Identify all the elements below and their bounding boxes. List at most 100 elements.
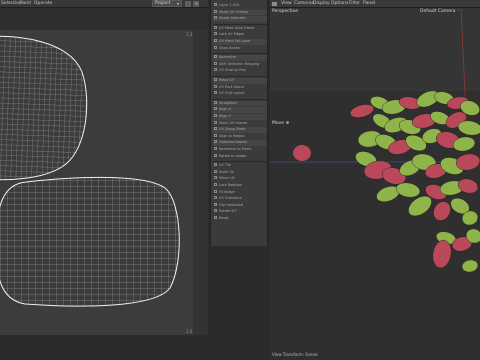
checkbox-icon [214,196,217,200]
tool-separator [213,161,267,163]
checkbox-icon [214,216,217,219]
checkbox-icon [214,3,217,6]
checkbox-icon [214,32,217,36]
tool-separator [213,23,267,25]
checkbox-icon [214,39,217,42]
checkbox-icon [214,100,217,104]
tool-item[interactable]: Stack UV Islands [213,120,267,127]
tool-separator [213,98,267,100]
project-dropdown-label: Project [155,1,171,6]
tool-panel: Layer 1 UVs Show UV Overlay Shade Selected… [210,0,268,246]
tool-panel-empty [210,246,268,360]
uv-island-top [0,35,88,181]
uv-side-strip [193,30,208,335]
checkbox-icon [214,25,217,29]
status-text: View Transform: Scene [272,352,318,357]
tool-item[interactable]: Align V [213,114,267,120]
menu-paint[interactable]: Paint [20,0,31,8]
pistachio-single[interactable] [293,145,311,161]
tool-item[interactable]: UV Pack Island [213,84,267,91]
uv-island-bottom [0,176,180,307]
app-window: Selection Paint Operate Project ▾ ▢ ⊞ 1,… [0,0,480,360]
tool-item-label: Normalize [219,55,237,60]
uv-grid-button[interactable]: ⊞ [193,1,199,7]
checkbox-icon [214,176,217,180]
tool-item[interactable]: Normalize [213,55,267,61]
tool-item[interactable]: Mirror UV [213,176,267,182]
checkbox-icon [214,61,217,65]
checkbox-icon [214,163,217,167]
tool-item[interactable]: Rotate to Image [213,153,267,160]
tool-item[interactable]: Reset [213,216,267,222]
tool-item[interactable]: Show Border [213,45,267,52]
move-icon: ⊕ [285,121,290,126]
tool-item[interactable]: Layer 1 UVs [213,3,267,9]
tool-item[interactable]: UV Mesh Sel Layer [213,39,267,45]
uv-axis-tick-top: 1,1 [186,32,193,37]
menu-filter[interactable]: Filter [349,0,360,8]
tool-item-label: UV Mesh Sel Layer [219,39,251,43]
tool-item[interactable]: Relax UV [213,78,267,84]
camera-label-text: Default Camera [420,9,456,14]
tool-item[interactable]: Shift Selection Mapping [213,61,267,68]
tool-item-label: Flip Horizontal [219,202,244,207]
tool-item[interactable]: Align to Region [213,133,267,140]
tool-item[interactable]: UV Tile [213,163,267,169]
tool-item[interactable]: Shade Selected [213,16,267,22]
tool-item[interactable]: Straighten [213,100,267,107]
tool-item[interactable]: Scale UV [213,169,267,176]
tool-separator [213,76,267,77]
viewport-mode-label: Perspective [272,9,299,14]
tool-item[interactable]: UV Transform [213,196,267,202]
uv-frame-button[interactable]: ▢ [185,1,191,7]
menu-cameras[interactable]: Cameras [294,0,314,8]
tool-item-label: Align to Region [219,133,245,138]
tool-item-label: Lock UV Edges [219,32,244,37]
tool-item-label: Rotate to Image [219,153,247,158]
tool-item[interactable]: UV Group Mode [213,127,267,133]
checkbox-icon [214,68,217,72]
viewport-panel-icon[interactable] [272,2,277,6]
tool-item[interactable]: Flip Horizontal [213,202,267,209]
menu-display[interactable]: Display [313,0,330,8]
tool-item-label: UV Group Mode [219,127,246,132]
menu-operate[interactable]: Operate [34,0,52,8]
checkbox-icon [214,55,217,59]
project-dropdown[interactable]: Project ▾ [152,0,182,7]
menu-selection[interactable]: Selection [1,0,22,8]
tool-item[interactable]: Rotate 90° [213,209,267,215]
tool-item[interactable]: Align U [213,107,267,113]
checkbox-icon [214,107,217,111]
tool-item[interactable]: UV Grid Layout [213,91,267,97]
camera-icon: ◦ [456,9,460,14]
tool-item-label: Align U [219,107,232,112]
tool-item-label: Shade Selected [219,16,246,21]
tool-item-label: UV Transform [219,196,242,201]
checkbox-icon [214,9,217,13]
tool-item[interactable]: Lock Rotation [213,183,267,189]
checkbox-icon [214,189,217,193]
tool-item[interactable]: UV Mesh Auto Frame [213,25,267,32]
menu-options[interactable]: Options [331,0,348,8]
tool-item-label: Rotate 90° [219,209,238,214]
uv-toolbar [0,8,208,30]
tool-item[interactable]: Lock UV Edges [213,32,267,38]
tool-item-label: Show Border [219,45,241,50]
checkbox-icon [214,78,217,81]
menu-view[interactable]: View [281,0,292,8]
move-tool-label[interactable]: Move ⊕ [272,121,289,126]
uv-view[interactable]: 1,1 1,0 [0,30,193,335]
camera-label[interactable]: Default Camera ◦ [420,9,460,14]
tool-item[interactable]: Show UV Overlay [213,9,267,16]
tool-item-label: Optimize Islands [219,140,248,145]
tool-item[interactable]: Normalize to Pixels [213,147,267,153]
tool-item-label: Fit Image [219,189,235,194]
tool-item[interactable]: Fit Image [213,189,267,196]
uv-islands [0,35,180,307]
menu-panel[interactable]: Panel [363,0,375,8]
tool-item[interactable]: UV Unwrap Pins [213,68,267,74]
tool-item[interactable]: Optimize Islands [213,140,267,146]
3d-viewport[interactable]: Perspective Default Camera ◦ Move ⊕ View… [270,8,480,360]
checkbox-icon [214,91,217,95]
tool-item-label: Normalize to Pixels [219,147,252,151]
